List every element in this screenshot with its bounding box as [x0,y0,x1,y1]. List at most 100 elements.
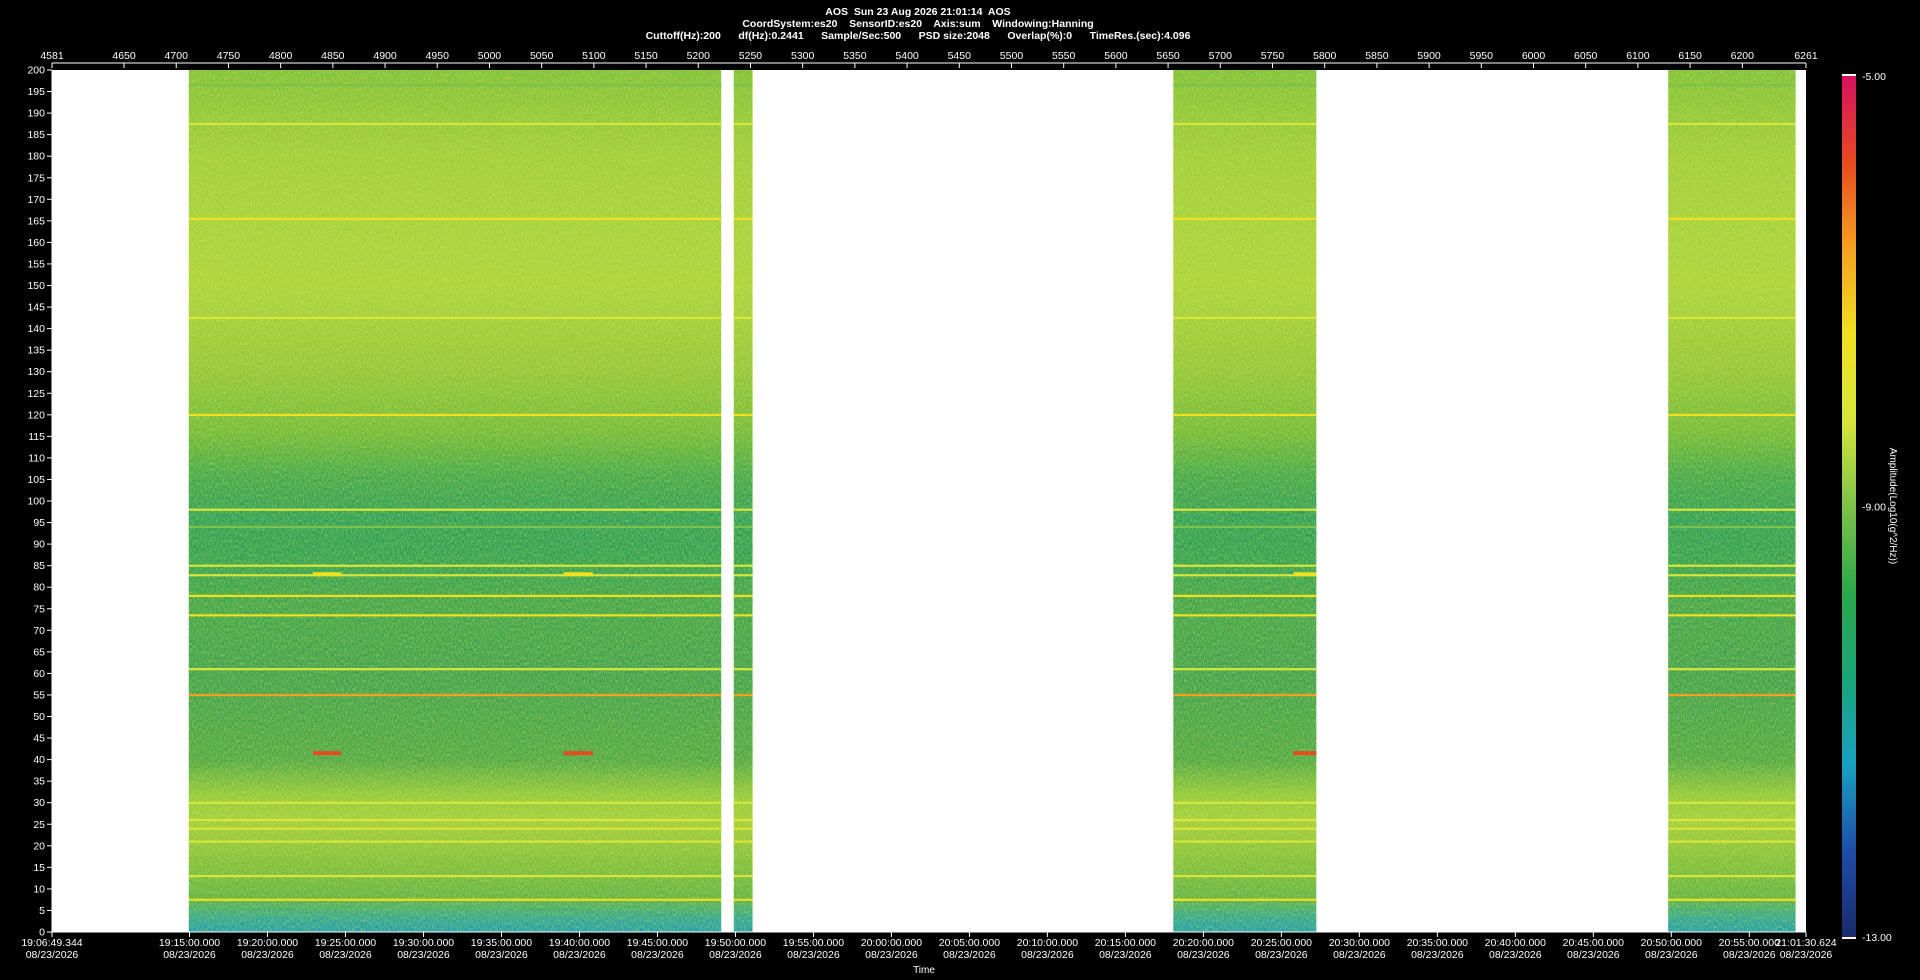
peak-line [733,693,753,697]
y-tick-label: 5 [39,905,45,917]
bottom-tick-date: 08/23/2026 [631,949,684,961]
top-tick-label: 5950 [1470,50,1494,62]
peak-line [733,818,753,822]
y-tick-label: 60 [33,668,45,680]
peak-line [733,122,753,126]
bottom-tick-time: 19:15:00.000 [159,937,220,949]
peak-line [188,122,722,126]
bottom-tick-date: 08/23/2026 [241,949,294,961]
peak-line [1668,525,1796,529]
bottom-tick-date: 08/23/2026 [1333,949,1386,961]
peak-line [1173,668,1317,671]
peak-line [733,84,753,87]
peak-line [733,801,753,804]
peak-line [733,898,753,901]
peak-line [1173,316,1317,320]
peak-line [188,564,722,567]
y-tick-label: 100 [27,496,45,508]
bottom-tick-date: 08/23/2026 [319,949,372,961]
peak-line [188,594,722,598]
peak-line [1668,818,1796,822]
top-tick-label: 4700 [165,50,189,62]
peak-line [1668,217,1796,220]
colorbar-tick-label: -13.00 [1862,932,1892,944]
peak-line [1173,525,1317,529]
peak-line [1668,614,1796,617]
top-tick-label: 5450 [948,50,972,62]
peak-line [1668,874,1796,878]
colorbar-gradient [1842,76,1856,937]
colorbar-tick-label: -9.00 [1862,502,1886,514]
y-tick-label: 140 [27,323,45,335]
y-tick-label: 90 [33,539,45,551]
bottom-tick-time: 20:40:00.000 [1485,937,1546,949]
x-axis-label: Time [913,965,935,976]
peak-line [1668,827,1796,830]
peak-line [1173,217,1317,220]
top-tick-label: 4650 [112,50,136,62]
peak-line [733,614,753,617]
peak-line [1173,614,1317,617]
y-tick-label: 105 [27,474,45,486]
peak-line [188,898,722,901]
bottom-tick-time: 19:40:00.000 [549,937,610,949]
y-tick-label: 20 [33,840,45,852]
y-tick-label: 80 [33,582,45,594]
bottom-tick-time: 19:45:00.000 [627,937,688,949]
peak-line [1173,122,1317,126]
peak-line [1668,801,1796,804]
peak-line [733,840,753,843]
bottom-tick-date: 08/23/2026 [865,949,918,961]
bottom-tick-time: 20:20:00.000 [1173,937,1234,949]
bottom-tick-date: 08/23/2026 [1255,949,1308,961]
y-tick-label: 10 [33,883,45,895]
y-tick-label: 85 [33,560,45,572]
peak-line [188,84,722,87]
y-tick-label: 145 [27,302,45,314]
bottom-tick-date: 08/23/2026 [1567,949,1620,961]
bottom-tick-date: 08/23/2026 [1723,949,1776,961]
y-tick-label: 95 [33,517,45,529]
top-tick-label: 5900 [1417,50,1441,62]
peak-line [1173,818,1317,822]
top-tick-label: 6050 [1574,50,1598,62]
peak-line [188,874,722,878]
top-tick-label: 6200 [1731,50,1755,62]
peak-line [188,413,722,416]
top-tick-label: 5200 [687,50,711,62]
peak-line [1668,84,1796,87]
y-tick-label: 180 [27,151,45,163]
peak-line [733,874,753,878]
top-axis: 4581 4650 4700 4750 4800 4850 4900 4950 5000 5050… [40,50,1818,68]
bottom-tick-time: 19:20:00.000 [237,937,298,949]
peak-line [733,668,753,671]
y-tick-label: 190 [27,108,45,120]
top-tick-label: 6100 [1626,50,1650,62]
peak-line [188,508,722,511]
top-tick-label: 6261 [1794,50,1818,62]
intermittent-tone [1293,751,1317,756]
peak-line [733,413,753,416]
peak-line [1668,898,1796,901]
bottom-tick-date: 08/23/2026 [787,949,840,961]
bottom-tick-date: 08/23/2026 [1411,949,1464,961]
bottom-tick-date: 08/23/2026 [397,949,450,961]
peak-line [1668,316,1796,320]
bottom-tick-time: 20:30:00.000 [1329,937,1390,949]
top-tick-label: 4800 [269,50,293,62]
intermittent-tone [1293,572,1317,577]
peak-line [1668,693,1796,697]
bottom-tick-date: 08/23/2026 [1099,949,1152,961]
peak-line [188,525,722,529]
y-tick-label: 45 [33,733,45,745]
peak-line [733,564,753,567]
top-tick-label: 5750 [1261,50,1285,62]
bottom-tick-time: 20:00:00.000 [861,937,922,949]
y-tick-label: 15 [33,862,45,874]
y-tick-label: 160 [27,237,45,249]
y-tick-label: 30 [33,797,45,809]
y-tick-label: 115 [28,431,45,443]
top-tick-label: 5600 [1104,50,1128,62]
y-tick-label: 130 [27,366,45,378]
bottom-tick-date: 08/23/2026 [1177,949,1230,961]
